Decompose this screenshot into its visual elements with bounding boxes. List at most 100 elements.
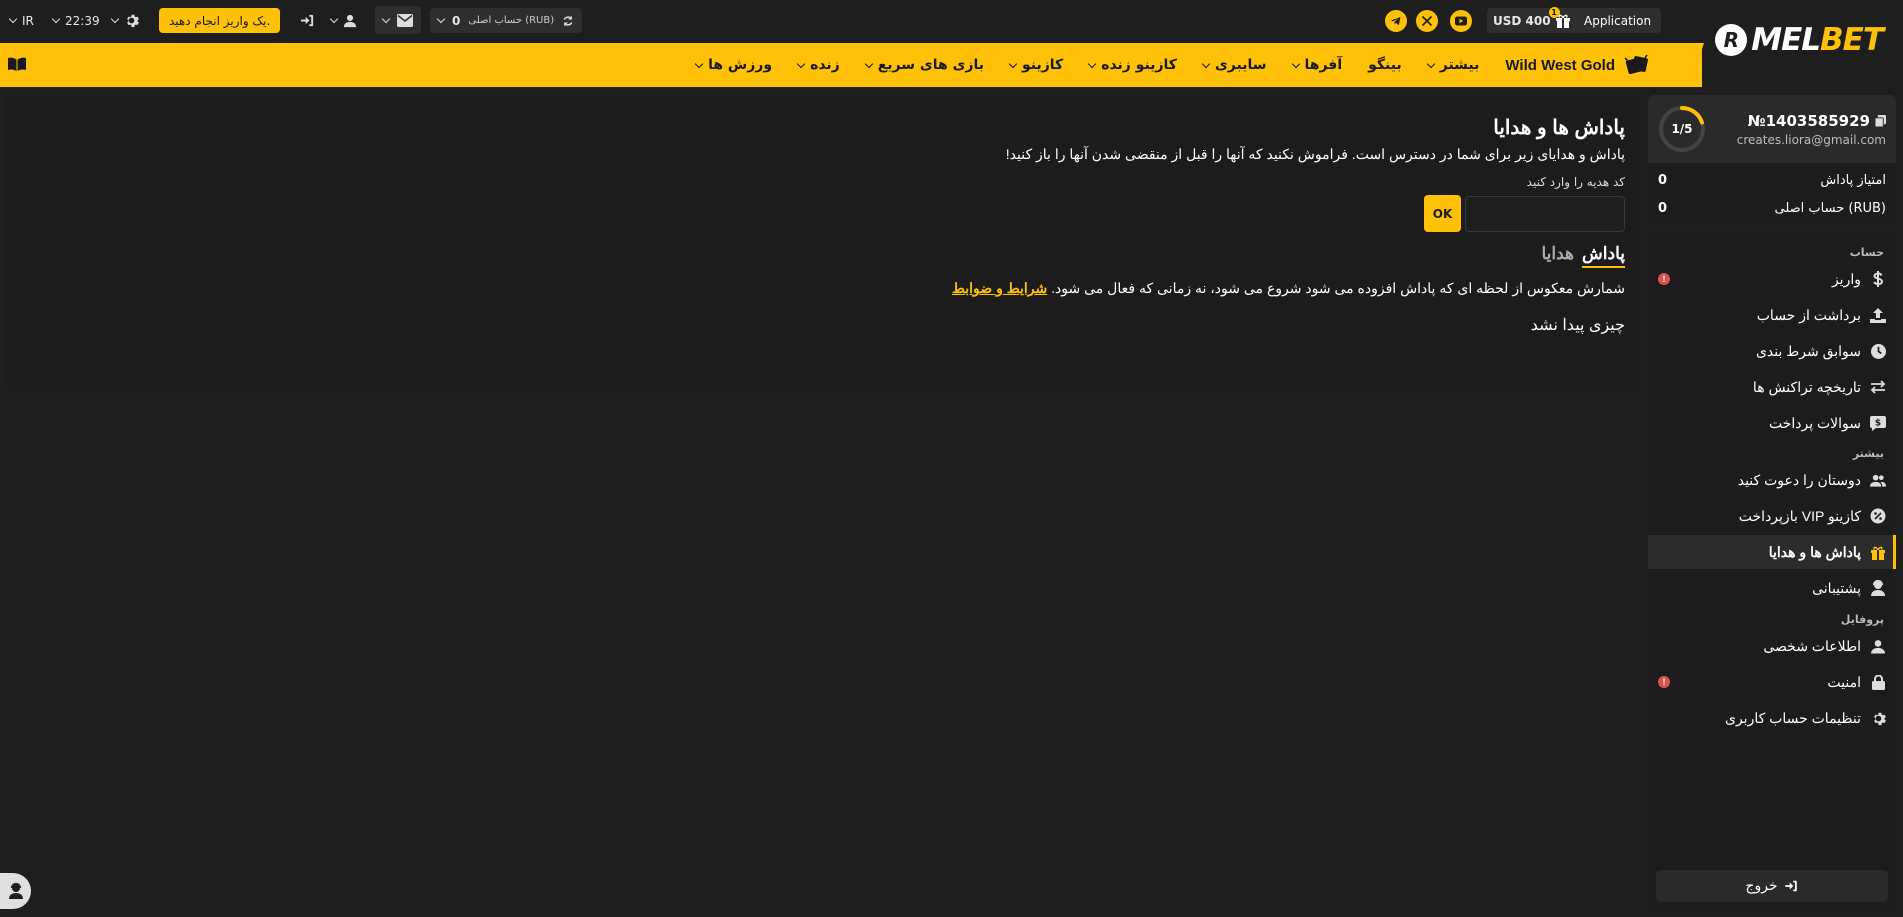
countdown-text: شمارش معکوس از لحظه ای که پاداش افزوده م… bbox=[1051, 280, 1625, 296]
nav-label: زنده bbox=[810, 57, 840, 73]
gear-icon bbox=[127, 14, 139, 28]
nav-casino[interactable]: کازینو bbox=[1008, 57, 1063, 73]
chevron-down-icon bbox=[1426, 59, 1435, 68]
youtube-link[interactable] bbox=[1450, 8, 1472, 33]
account-balance-selector[interactable]: 0 حساب اصلی (RUB) bbox=[430, 8, 583, 33]
nav-more[interactable]: بیشتر bbox=[1426, 57, 1480, 73]
melbet-logo[interactable]: R MELBET bbox=[1715, 22, 1884, 58]
logout-button[interactable]: خروج bbox=[1656, 870, 1888, 902]
empty-state: چیزی پیدا نشد bbox=[1530, 317, 1625, 334]
main-account-label: حساب اصلی (RUB) bbox=[1774, 200, 1886, 216]
sidebar-item-personal-info[interactable]: اطلاعات شخصی bbox=[1648, 629, 1896, 663]
sidebar-item-bonuses-gifts[interactable]: پاداش ها و هدایا bbox=[1648, 535, 1896, 569]
gift-code-row: OK bbox=[625, 195, 1625, 232]
nav-esports[interactable]: سایبری bbox=[1201, 57, 1267, 73]
chevron-down-icon bbox=[8, 14, 18, 24]
logo-text-bet: BET bbox=[1820, 22, 1884, 58]
exchange-icon bbox=[1870, 379, 1886, 395]
sidebar-item-bet-history[interactable]: سوابق شرط بندی bbox=[1648, 334, 1896, 368]
sidebar-item-vip-cashback[interactable]: بازپرداخت VIP کازینو bbox=[1648, 499, 1896, 533]
logout-label: خروج bbox=[1745, 878, 1778, 894]
sidebar-item-label: پشتیبانی bbox=[1812, 579, 1861, 596]
bonuses-content: پاداش ها و هدایا پاداش و هدایای زیر برای… bbox=[625, 97, 1625, 335]
envelope-icon bbox=[397, 13, 413, 27]
balances: 0 امتیاز پاداش 0 حساب اصلی (RUB) bbox=[1648, 165, 1896, 225]
support-agent-icon bbox=[8, 883, 23, 899]
chevron-down-icon bbox=[1087, 59, 1097, 68]
game-cards-icon bbox=[1624, 54, 1648, 75]
support-chat-button[interactable] bbox=[0, 873, 31, 909]
nav-label: سایبری bbox=[1214, 57, 1267, 73]
sidebar-item-account-settings[interactable]: تنظیمات حساب کاربری bbox=[1648, 701, 1896, 735]
sidebar-item-deposit[interactable]: ! واریز bbox=[1648, 262, 1896, 296]
gear-icon bbox=[1870, 710, 1886, 726]
tab-gifts[interactable]: هدایا bbox=[1542, 244, 1575, 268]
account-number[interactable]: №1403585929 bbox=[1748, 112, 1886, 130]
application-label: Application bbox=[1584, 13, 1652, 28]
language-selector[interactable]: IR bbox=[8, 8, 34, 33]
profile-menu[interactable] bbox=[329, 8, 357, 33]
clock-icon bbox=[1870, 343, 1886, 359]
nav-live[interactable]: زنده bbox=[796, 57, 840, 73]
nav-wild-west-gold[interactable]: Wild West Gold bbox=[1505, 54, 1651, 76]
settings-button[interactable] bbox=[110, 8, 139, 33]
terms-link[interactable]: شرایط و ضوابط bbox=[952, 280, 1047, 296]
sidebar-menu: حساب ! واریز برداشت از حساب سوابق شرط بن… bbox=[1648, 232, 1896, 912]
bonus-balance-chip[interactable]: USD 400 1 bbox=[1487, 7, 1577, 33]
sidebar-item-withdraw[interactable]: برداشت از حساب bbox=[1648, 298, 1896, 332]
messages-menu[interactable] bbox=[375, 6, 421, 34]
sidebar-item-transactions[interactable]: تاریخچه تراکنش ها bbox=[1648, 370, 1896, 404]
top-bar: IR 22:39 یک واریز انجام دهید. 0 حساب اصل… bbox=[0, 0, 1903, 58]
account-card: 1/5 №1403585929 creates.liora@gmail.com bbox=[1648, 95, 1896, 163]
sidebar-item-support[interactable]: پشتیبانی bbox=[1648, 571, 1896, 605]
logo-text: MELBET bbox=[1751, 22, 1884, 58]
sidebar-item-label: سوالات پرداخت bbox=[1768, 414, 1861, 431]
telegram-link[interactable] bbox=[1385, 8, 1407, 33]
chevron-down-icon bbox=[694, 59, 704, 68]
chevron-down-icon bbox=[51, 14, 61, 24]
alert-icon: ! bbox=[1658, 676, 1670, 688]
level-progress-label: 1/5 bbox=[1671, 122, 1693, 136]
nav-sports[interactable]: ورزش ها bbox=[694, 57, 772, 73]
sidebar-item-security[interactable]: ! امنیت bbox=[1648, 665, 1896, 699]
sign-in-icon bbox=[300, 14, 314, 27]
x-twitter-link[interactable] bbox=[1416, 8, 1438, 33]
nav-bar-edge bbox=[1690, 43, 1704, 87]
tab-bonus[interactable]: پاداش bbox=[1582, 244, 1625, 268]
refresh-icon[interactable] bbox=[562, 15, 574, 27]
make-deposit-button[interactable]: یک واریز انجام دهید. bbox=[159, 8, 281, 33]
main-account-value: 0 bbox=[1658, 200, 1668, 216]
gift-code-ok-button[interactable]: OK bbox=[1424, 195, 1461, 232]
login-icon-button[interactable] bbox=[300, 8, 315, 33]
nav-fast-games[interactable]: بازی های سریع bbox=[864, 57, 984, 73]
time-selector[interactable]: 22:39 bbox=[51, 8, 100, 33]
chevron-down-icon bbox=[329, 14, 339, 24]
sidebar-item-label: سوابق شرط بندی bbox=[1755, 342, 1861, 359]
nav-label: بیشتر bbox=[1439, 57, 1480, 73]
nav-bingo[interactable]: بینگو bbox=[1368, 57, 1402, 73]
nav-live-casino[interactable]: کازینو زنده bbox=[1087, 57, 1177, 73]
nav-offers[interactable]: آفرها bbox=[1291, 57, 1342, 73]
sidebar-item-invite-friends[interactable]: دوستان را دعوت کنید bbox=[1648, 463, 1896, 497]
bonuses-panel: پاداش ها و هدایا پاداش و هدایای زیر برای… bbox=[5, 97, 1638, 390]
upload-icon bbox=[1870, 307, 1886, 323]
user-icon bbox=[1870, 638, 1886, 654]
chevron-down-icon bbox=[436, 14, 446, 24]
x-twitter-icon bbox=[1416, 9, 1438, 32]
chevron-down-icon bbox=[864, 59, 873, 68]
gift-code-input[interactable] bbox=[1465, 195, 1625, 232]
application-button[interactable]: Application bbox=[1574, 8, 1662, 33]
support-agent-icon bbox=[1870, 580, 1886, 596]
sidebar-item-label: پاداش ها و هدایا bbox=[1768, 543, 1861, 560]
copy-icon[interactable] bbox=[1875, 115, 1886, 127]
bonus-tabs: پاداش هدایا bbox=[625, 244, 1625, 268]
logo-text-mel: MEL bbox=[1751, 22, 1821, 58]
book-icon[interactable] bbox=[8, 57, 26, 75]
logo-mark: R bbox=[1715, 24, 1748, 56]
users-icon bbox=[1870, 472, 1886, 488]
sidebar-item-label: اطلاعات شخصی bbox=[1763, 637, 1861, 654]
alert-icon: ! bbox=[1658, 273, 1670, 285]
sidebar-item-payment-faq[interactable]: سوالات پرداخت $ bbox=[1648, 406, 1896, 440]
percent-badge-icon bbox=[1870, 508, 1886, 524]
sidebar-item-label: تاریخچه تراکنش ها bbox=[1752, 378, 1861, 395]
